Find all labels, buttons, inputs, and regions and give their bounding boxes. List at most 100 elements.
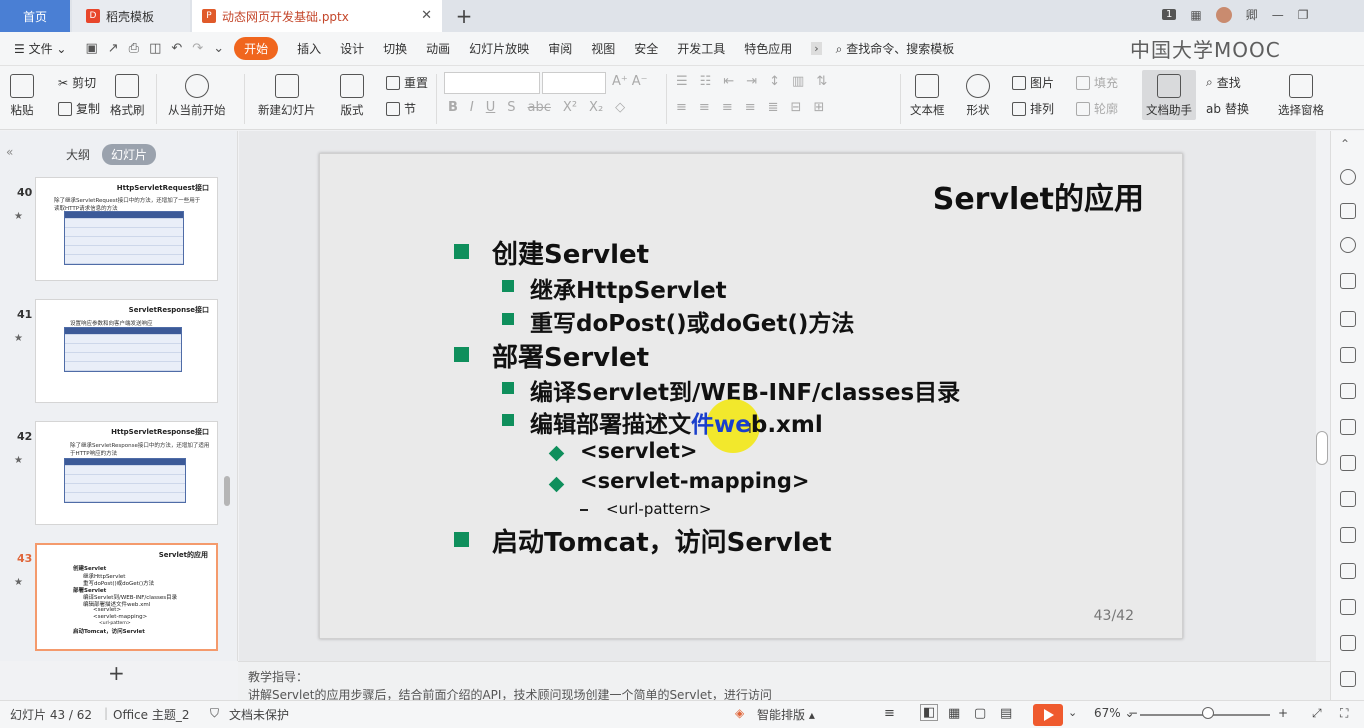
page-badge[interactable]: 1 — [1162, 9, 1177, 20]
style-icon[interactable] — [1340, 273, 1356, 289]
grow-font-icon[interactable]: A⁺ — [612, 74, 628, 89]
shadow-icon[interactable]: S — [507, 100, 515, 115]
menu-review[interactable]: 审阅 — [548, 40, 572, 57]
outdent-icon[interactable]: ⇤ — [723, 74, 734, 89]
more-icon[interactable] — [1340, 671, 1356, 687]
menu-design[interactable]: 设计 — [340, 40, 364, 57]
text-direction-icon[interactable]: ⇅ — [816, 74, 827, 89]
tab-templates[interactable]: D 稻壳模板 — [72, 0, 190, 32]
undo-icon[interactable]: ↶ — [171, 41, 182, 56]
outline-button[interactable]: 轮廓 — [1076, 100, 1118, 117]
save-icon[interactable]: ▣ — [85, 41, 97, 56]
shape-button[interactable]: 形状 — [966, 74, 990, 118]
layout-button[interactable]: 版式 — [340, 74, 364, 118]
add-slide-button[interactable]: + — [108, 661, 125, 685]
speaker-icon[interactable] — [1340, 563, 1356, 579]
panel-scrollbar[interactable] — [224, 476, 230, 506]
tools-icon[interactable] — [1340, 527, 1356, 543]
line-spacing-icon[interactable]: ↕ — [769, 74, 780, 89]
align-left-icon[interactable]: ≡ — [676, 100, 687, 115]
tab-outline[interactable]: 大纲 — [66, 146, 90, 163]
align-center-icon[interactable]: ≡ — [699, 100, 710, 115]
cut-button[interactable]: ✂ 剪切 — [58, 74, 96, 91]
arrange-button[interactable]: 排列 — [1012, 100, 1054, 117]
indent-icon[interactable]: ⇥ — [746, 74, 757, 89]
print-icon[interactable]: ⎙ — [129, 41, 139, 56]
shapes-icon[interactable] — [1340, 237, 1356, 253]
from-current-button[interactable]: 从当前开始 — [168, 74, 226, 118]
justify-icon[interactable]: ≡ — [745, 100, 756, 115]
reset-button[interactable]: 重置 — [386, 74, 428, 91]
shrink-font-icon[interactable]: A⁻ — [632, 74, 648, 89]
notes-view-icon[interactable]: ▤ — [1000, 706, 1012, 721]
superscript-icon[interactable]: X² — [563, 100, 577, 115]
collapse-icon[interactable]: « — [6, 145, 13, 159]
picture-button[interactable]: 图片 — [1012, 74, 1054, 91]
new-tab-button[interactable]: + — [452, 4, 476, 28]
menu-developer[interactable]: 开发工具 — [677, 40, 725, 57]
font-size-adjust[interactable]: A⁺ A⁻ — [612, 74, 648, 89]
menu-security[interactable]: 安全 — [634, 40, 658, 57]
zoom-in-icon[interactable]: + — [1278, 706, 1288, 720]
play-button[interactable] — [1033, 704, 1063, 726]
subscript-icon[interactable]: X₂ — [589, 100, 603, 115]
section-button[interactable]: 节 — [386, 100, 416, 117]
menu-start[interactable]: 开始 — [234, 37, 279, 60]
export-icon[interactable]: ↗ — [108, 41, 119, 56]
tab-slides[interactable]: 幻灯片 — [102, 144, 157, 165]
normal-view-icon[interactable]: ◧ — [920, 704, 939, 721]
reading-view-icon[interactable]: ▢ — [974, 706, 986, 721]
canvas-scrollbar[interactable] — [1316, 431, 1328, 465]
copy-button[interactable]: 复制 — [58, 100, 100, 117]
minimize-icon[interactable]: — — [1272, 8, 1284, 22]
chevron-right-icon[interactable]: › — [811, 42, 822, 55]
redo-icon[interactable]: ↷ — [192, 41, 203, 56]
current-slide[interactable]: Servlet的应用 创建Servlet 继承HttpServlet 重写doP… — [319, 153, 1183, 639]
close-icon[interactable]: ✕ — [421, 8, 432, 23]
doc-helper-button[interactable]: 文档助手 — [1142, 70, 1196, 120]
number-list-icon[interactable]: ☷ — [700, 74, 712, 89]
zoom-slider-handle[interactable] — [1202, 707, 1214, 719]
fill-button[interactable]: 填充 — [1076, 74, 1118, 91]
smart-layout-button[interactable]: 智能排版 ▴ — [757, 706, 815, 723]
columns-icon[interactable]: ▥ — [792, 74, 804, 89]
italic-icon[interactable]: I — [470, 100, 474, 115]
magic-icon[interactable] — [1340, 169, 1356, 185]
notes-pane[interactable]: 教学指导： 讲解Servlet的应用步骤后，结合前面介绍的API，技术顾问现场创… — [238, 661, 1330, 700]
theme-name[interactable]: Office 主题_2 — [113, 706, 189, 723]
new-slide-button[interactable]: 新建幻灯片 — [258, 74, 316, 118]
align-right-icon[interactable]: ≡ — [722, 100, 733, 115]
tab-home[interactable]: 首页 — [0, 0, 70, 32]
grid-icon[interactable]: ▦ — [1190, 8, 1201, 22]
bullet-list-icon[interactable]: ☰ — [676, 74, 688, 89]
protect-status[interactable]: 文档未保护 — [229, 706, 289, 723]
notes-toggle-icon[interactable]: ≡ — [884, 706, 895, 721]
textbox-button[interactable]: 文本框 — [910, 74, 945, 118]
bold-icon[interactable]: B — [448, 100, 458, 115]
backup-icon[interactable] — [1340, 419, 1356, 435]
slide-sorter-icon[interactable]: ▦ — [948, 706, 960, 721]
menu-transition[interactable]: 切换 — [383, 40, 407, 57]
font-name-combo[interactable] — [444, 72, 540, 94]
strike-icon[interactable]: abc — [528, 100, 551, 115]
menu-slideshow[interactable]: 幻灯片放映 — [469, 40, 529, 57]
menu-file[interactable]: ☰ 文件 ⌄ — [14, 40, 66, 57]
fullscreen-icon[interactable]: ⛶ — [1340, 706, 1348, 721]
menu-insert[interactable]: 插入 — [297, 40, 321, 57]
more-icon[interactable]: ⌄ — [213, 41, 224, 56]
menu-view[interactable]: 视图 — [591, 40, 615, 57]
chevron-up-icon[interactable]: ⌃ — [1340, 137, 1356, 153]
menu-features[interactable]: 特色应用 — [744, 40, 792, 57]
preview-icon[interactable]: ◫ — [149, 41, 161, 56]
smart-art-icon[interactable]: ⊞ — [813, 100, 824, 115]
underline-icon[interactable]: U — [486, 100, 496, 115]
copy-slide-icon[interactable] — [1340, 203, 1356, 219]
find-button[interactable]: ⌕ 查找 — [1206, 74, 1241, 91]
calendar-icon[interactable] — [1340, 491, 1356, 507]
gear-icon[interactable] — [1340, 455, 1356, 471]
slide-thumb-41[interactable]: ServletResponse接口 设置响应参数和向客户端发送响应 — [35, 299, 218, 403]
tab-document[interactable]: P 动态网页开发基础.pptx ✕ — [192, 0, 442, 32]
grid-icon[interactable] — [1340, 311, 1356, 327]
chart-icon[interactable] — [1340, 347, 1356, 363]
zoom-out-icon[interactable]: − — [1128, 706, 1138, 720]
